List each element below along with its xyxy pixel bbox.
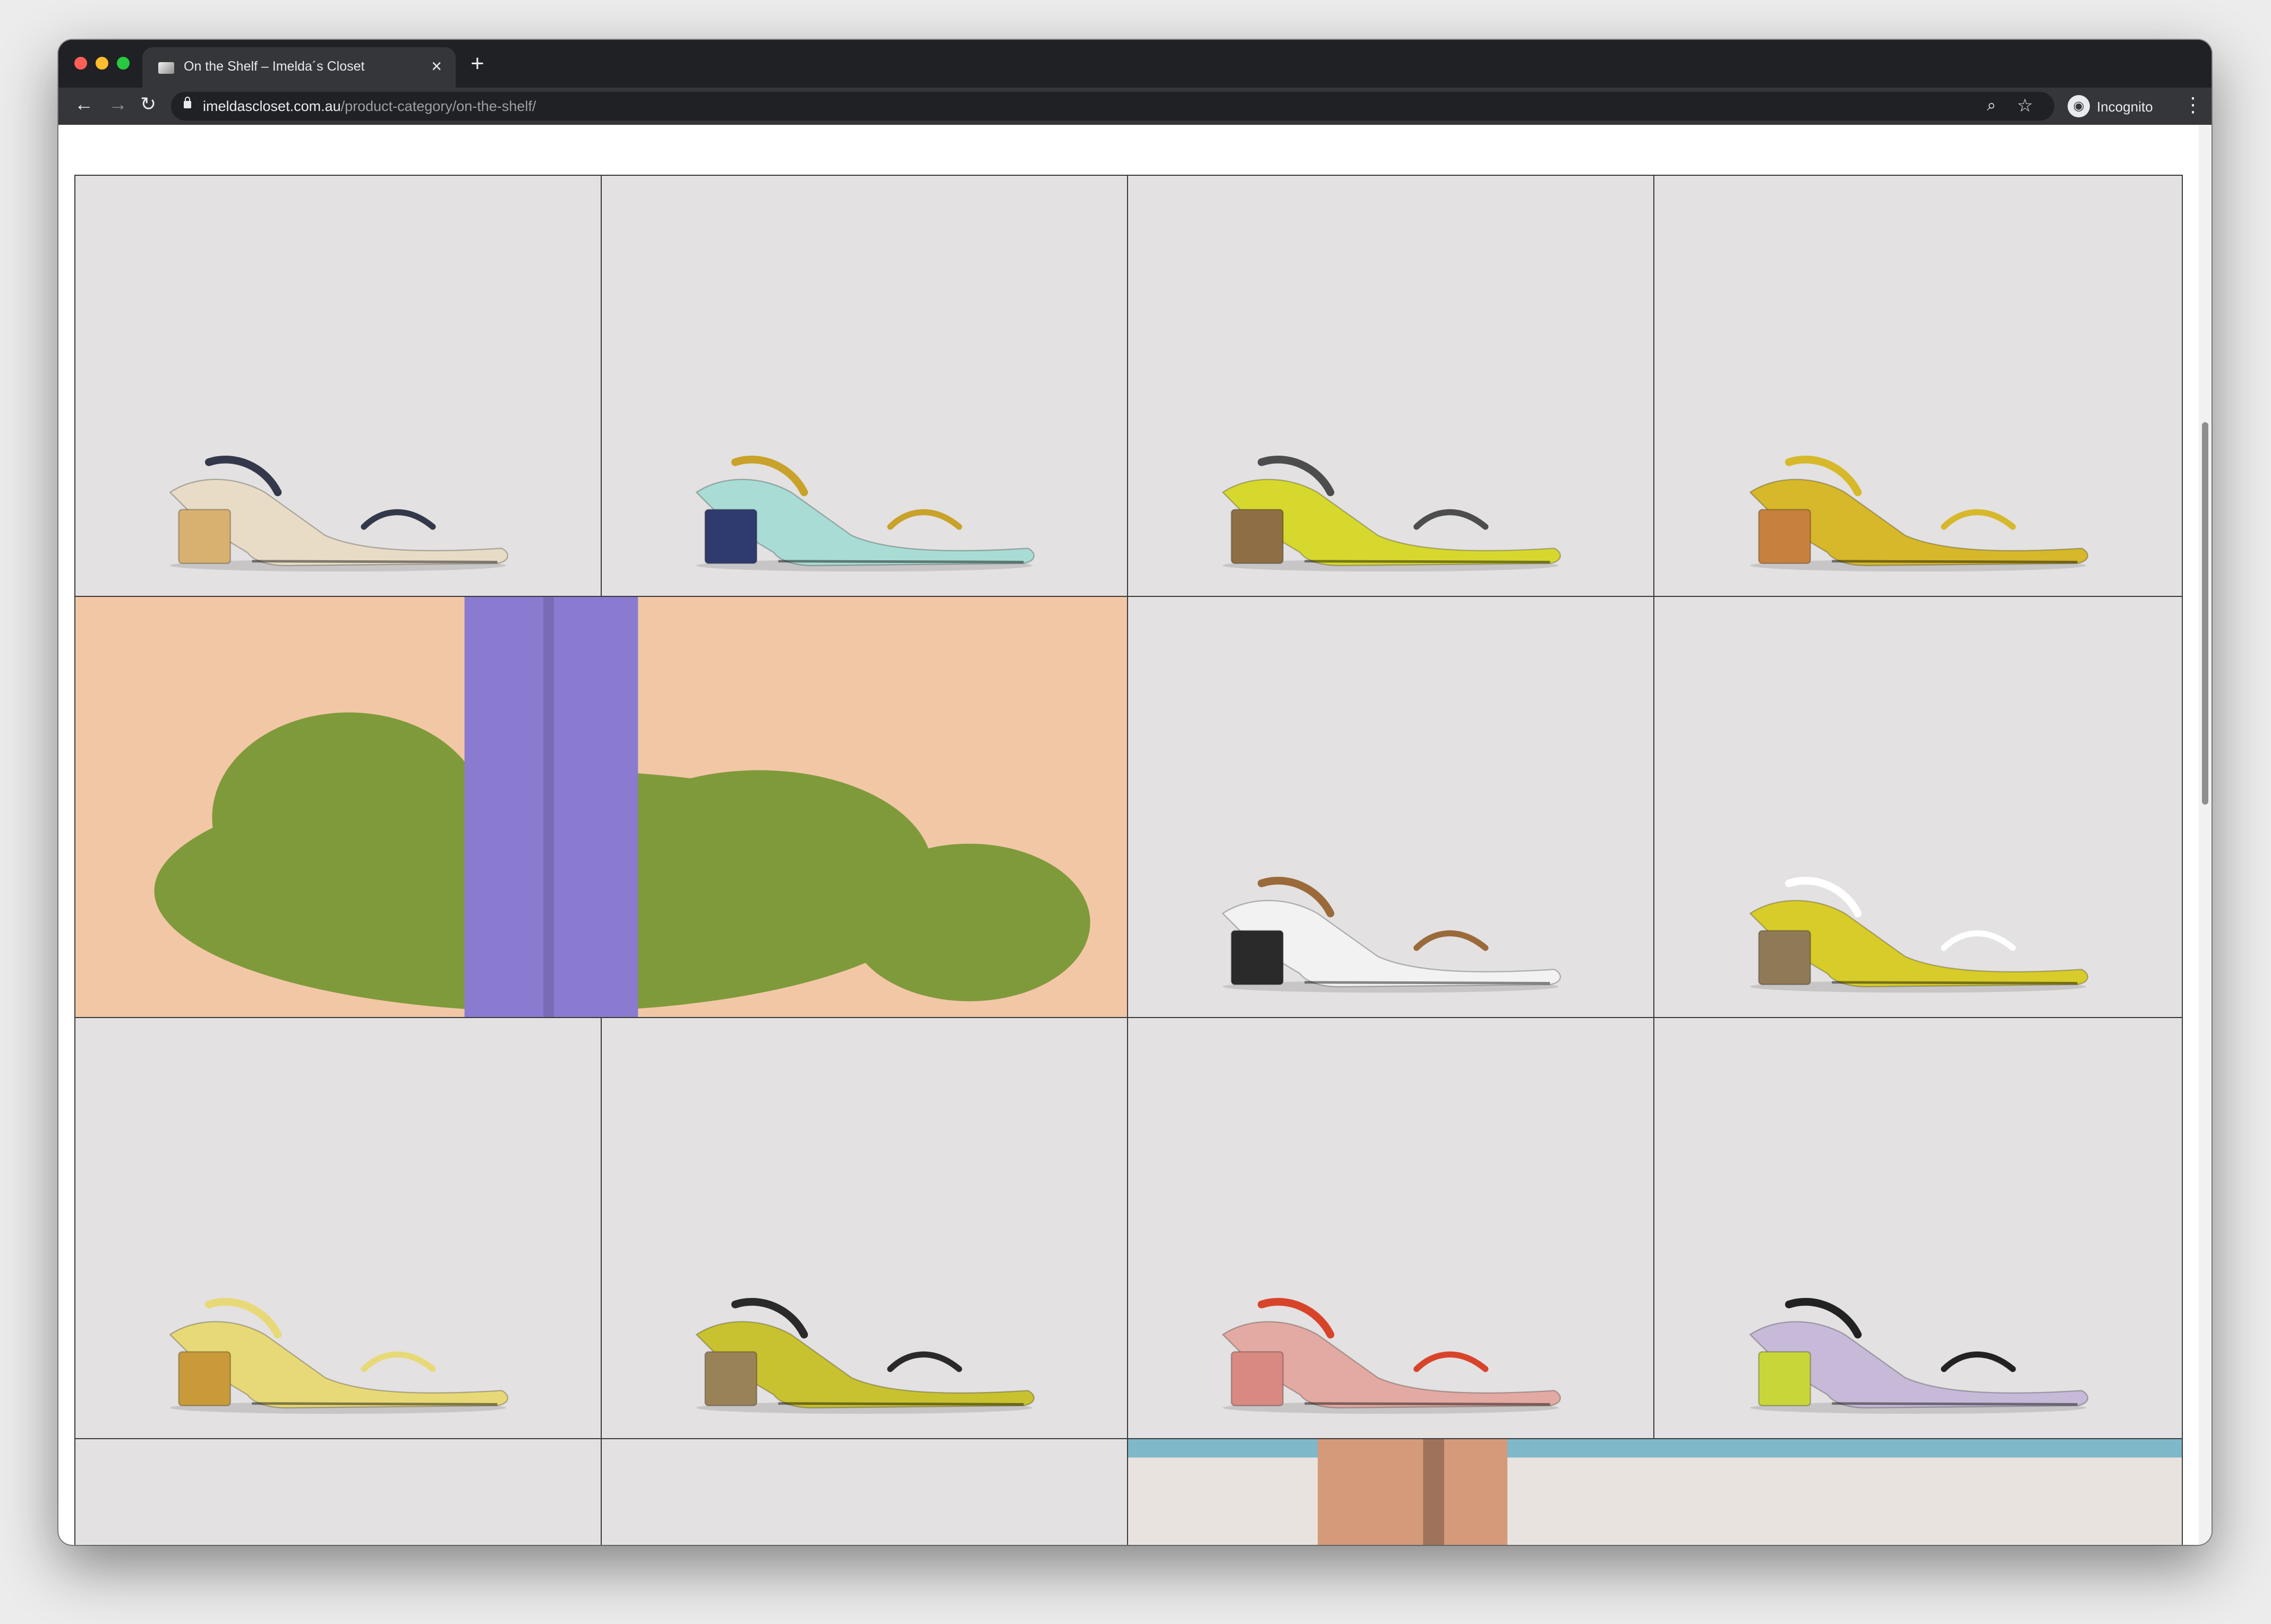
- incognito-icon[interactable]: ◉: [2068, 95, 2090, 117]
- url-text[interactable]: imeldascloset.com.au/product-category/on…: [203, 98, 536, 115]
- product-tile-9[interactable]: [1127, 1017, 1654, 1439]
- site-favicon-icon: [158, 62, 174, 74]
- product-tile-6[interactable]: [1653, 596, 2183, 1018]
- lifestyle-banner-desert[interactable]: [74, 596, 1128, 1018]
- product-image[interactable]: [1654, 672, 2182, 1017]
- product-image-placeholder[interactable]: [602, 1439, 1127, 1545]
- lock-icon[interactable]: [184, 97, 191, 108]
- banner-image[interactable]: [1128, 1439, 2182, 1545]
- incognito-label[interactable]: Incognito: [2097, 99, 2153, 115]
- zoom-icon[interactable]: ⌕: [1987, 97, 1996, 115]
- url-path: /product-category/on-the-shelf/: [340, 98, 536, 114]
- product-image[interactable]: [1128, 1093, 1653, 1438]
- browser-toolbar: ← → ↻ imeldascloset.com.au/product-categ…: [58, 88, 2212, 125]
- product-tile-11[interactable]: [74, 1438, 602, 1545]
- new-tab-button[interactable]: +: [471, 50, 484, 77]
- minimize-window-button[interactable]: [96, 57, 108, 70]
- browser-menu-icon[interactable]: ⋮: [2183, 93, 2203, 117]
- product-image[interactable]: [1654, 251, 2182, 596]
- product-image[interactable]: [75, 1093, 601, 1438]
- product-tile-4[interactable]: [1653, 175, 2183, 597]
- tab-active[interactable]: On the Shelf – Imelda´s Closet ×: [142, 47, 456, 88]
- forward-arrow-icon[interactable]: →: [108, 93, 127, 115]
- product-tile-8[interactable]: [601, 1017, 1128, 1439]
- back-arrow-icon[interactable]: ←: [74, 93, 93, 115]
- product-image[interactable]: [602, 1093, 1127, 1438]
- address-bar[interactable]: imeldascloset.com.au/product-category/on…: [171, 92, 2054, 121]
- product-image-placeholder[interactable]: [75, 1439, 601, 1545]
- product-image[interactable]: [602, 251, 1127, 596]
- product-grid: [74, 175, 2183, 1545]
- product-tile-2[interactable]: [601, 175, 1128, 597]
- page-scrollbar[interactable]: [2199, 125, 2212, 1545]
- tab-close-icon[interactable]: ×: [431, 56, 442, 77]
- product-image[interactable]: [1654, 1093, 2182, 1438]
- banner-image[interactable]: [75, 597, 1127, 1017]
- product-tile-10[interactable]: [1653, 1017, 2183, 1439]
- maximize-window-button[interactable]: [117, 57, 130, 70]
- product-tile-12[interactable]: [601, 1438, 1128, 1545]
- product-image[interactable]: [75, 251, 601, 596]
- product-image[interactable]: [1128, 251, 1653, 596]
- close-window-button[interactable]: [74, 57, 87, 70]
- product-tile-1[interactable]: [74, 175, 602, 597]
- lifestyle-banner-saltflat[interactable]: [1127, 1438, 2183, 1545]
- browser-window: On the Shelf – Imelda´s Closet × + ← → ↻…: [58, 40, 2212, 1545]
- bookmark-star-icon[interactable]: ☆: [2017, 95, 2033, 116]
- page-viewport: [58, 125, 2212, 1545]
- product-tile-3[interactable]: [1127, 175, 1654, 597]
- product-tile-5[interactable]: [1127, 596, 1654, 1018]
- product-tile-7[interactable]: [74, 1017, 602, 1439]
- scrollbar-thumb[interactable]: [2202, 422, 2208, 805]
- tab-title: On the Shelf – Imelda´s Closet: [184, 59, 365, 74]
- product-image[interactable]: [1128, 672, 1653, 1017]
- reload-icon[interactable]: ↻: [140, 93, 156, 115]
- tab-strip: On the Shelf – Imelda´s Closet × +: [58, 40, 2212, 88]
- url-host: imeldascloset.com.au: [203, 98, 341, 114]
